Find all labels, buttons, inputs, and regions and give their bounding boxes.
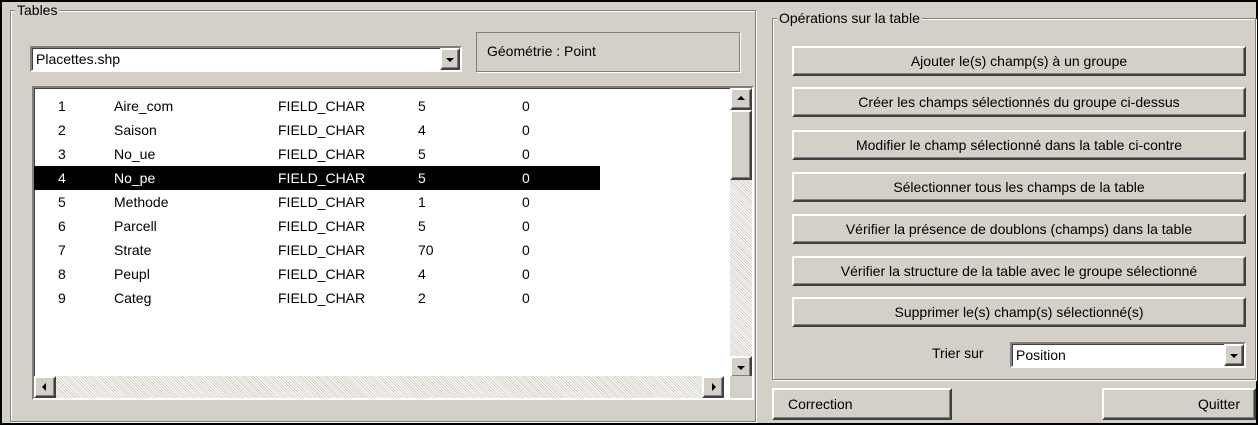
vertical-scroll-thumb[interactable] bbox=[730, 110, 752, 180]
cell-width: 1 bbox=[418, 194, 426, 210]
cell-type: FIELD_CHAR bbox=[278, 122, 366, 138]
sort-select[interactable]: Position bbox=[1010, 342, 1246, 368]
arrow-down-icon bbox=[737, 366, 745, 370]
list-row[interactable]: 3 No_ue FIELD_CHAR 5 0 bbox=[34, 142, 600, 166]
cell-width: 5 bbox=[418, 146, 426, 162]
cell-name: No_pe bbox=[114, 170, 156, 186]
cell-num: 7 bbox=[58, 242, 66, 258]
check-structure-button[interactable]: Vérifier la structure de la table avec l… bbox=[792, 256, 1246, 286]
chevron-down-icon bbox=[446, 58, 454, 62]
fields-listbox[interactable]: 1 Aire_com FIELD_CHAR 5 0 2 Saison FIELD_CHAR 4 0… bbox=[32, 86, 754, 400]
cell-width: 5 bbox=[418, 98, 426, 114]
cell-dec: 0 bbox=[522, 242, 530, 258]
cell-name: Methode bbox=[114, 194, 169, 210]
cell-type: FIELD_CHAR bbox=[278, 218, 366, 234]
scroll-up-button[interactable] bbox=[730, 88, 752, 110]
cell-type: FIELD_CHAR bbox=[278, 242, 366, 258]
select-all-fields-button[interactable]: Sélectionner tous les champs de la table bbox=[792, 172, 1246, 202]
modify-selected-field-button[interactable]: Modifier le champ sélectionné dans la ta… bbox=[792, 130, 1246, 160]
sort-dropdown-button[interactable] bbox=[1224, 344, 1244, 366]
list-row[interactable]: 8 Peupl FIELD_CHAR 4 0 bbox=[34, 262, 600, 286]
cell-dec: 0 bbox=[522, 266, 530, 282]
cell-type: FIELD_CHAR bbox=[278, 98, 366, 114]
list-row[interactable]: 6 Parcell FIELD_CHAR 5 0 bbox=[34, 214, 600, 238]
cell-name: No_ue bbox=[114, 146, 156, 162]
create-selected-fields-button[interactable]: Créer les champs sélectionnés du groupe … bbox=[792, 87, 1246, 117]
cell-name: Peupl bbox=[114, 266, 150, 282]
geometry-label: Géométrie : Point bbox=[487, 43, 596, 59]
cell-name: Parcell bbox=[114, 218, 157, 234]
sort-value: Position bbox=[1016, 347, 1066, 363]
cell-width: 5 bbox=[418, 170, 426, 186]
cell-width: 4 bbox=[418, 122, 426, 138]
correction-label: Correction bbox=[788, 396, 853, 412]
quit-label: Quitter bbox=[1197, 396, 1240, 412]
cell-dec: 0 bbox=[522, 146, 530, 162]
scroll-left-button[interactable] bbox=[34, 376, 56, 398]
cell-num: 9 bbox=[58, 290, 66, 306]
list-row[interactable]: 4 No_pe FIELD_CHAR 5 0 bbox=[34, 166, 600, 190]
scrollbar-corner bbox=[730, 376, 752, 398]
cell-num: 1 bbox=[58, 98, 66, 114]
list-row[interactable]: 5 Methode FIELD_CHAR 1 0 bbox=[34, 190, 600, 214]
cell-width: 70 bbox=[418, 242, 434, 258]
cell-name: Strate bbox=[114, 242, 152, 258]
cell-width: 2 bbox=[418, 290, 426, 306]
check-duplicates-button[interactable]: Vérifier la présence de doublons (champs… bbox=[792, 214, 1246, 244]
cell-num: 5 bbox=[58, 194, 66, 210]
quit-button[interactable]: Quitter bbox=[1102, 388, 1256, 420]
arrow-right-icon bbox=[712, 383, 716, 391]
list-row[interactable]: 1 Aire_com FIELD_CHAR 5 0 bbox=[34, 94, 600, 118]
list-row[interactable]: 2 Saison FIELD_CHAR 4 0 bbox=[34, 118, 600, 142]
cell-type: FIELD_CHAR bbox=[278, 146, 366, 162]
horizontal-scrollbar[interactable] bbox=[34, 376, 724, 398]
cell-num: 4 bbox=[58, 170, 66, 186]
table-file-select[interactable]: Placettes.shp bbox=[30, 46, 462, 72]
arrow-up-icon bbox=[737, 96, 745, 100]
cell-width: 4 bbox=[418, 266, 426, 282]
cell-dec: 0 bbox=[522, 290, 530, 306]
cell-type: FIELD_CHAR bbox=[278, 266, 366, 282]
geometry-box: Géométrie : Point bbox=[476, 32, 740, 72]
table-file-dropdown-button[interactable] bbox=[440, 48, 460, 70]
tables-legend: Tables bbox=[15, 2, 60, 18]
operations-legend: Opérations sur la table bbox=[777, 10, 922, 26]
cell-dec: 0 bbox=[522, 218, 530, 234]
scroll-right-button[interactable] bbox=[702, 376, 724, 398]
add-fields-to-group-button[interactable]: Ajouter le(s) champ(s) à un groupe bbox=[792, 46, 1246, 76]
scroll-down-button[interactable] bbox=[730, 356, 752, 378]
table-file-value: Placettes.shp bbox=[36, 51, 121, 67]
cell-width: 5 bbox=[418, 218, 426, 234]
cell-dec: 0 bbox=[522, 170, 530, 186]
dialog-window: Tables Placettes.shp Géométrie : Point 1… bbox=[0, 0, 1258, 425]
cell-name: Categ bbox=[114, 290, 152, 306]
vertical-scrollbar[interactable] bbox=[730, 88, 752, 378]
cell-name: Saison bbox=[114, 122, 157, 138]
cell-type: FIELD_CHAR bbox=[278, 290, 366, 306]
sort-label: Trier sur bbox=[932, 345, 984, 361]
delete-selected-fields-button[interactable]: Supprimer le(s) champ(s) sélectionné(s) bbox=[792, 297, 1246, 327]
cell-type: FIELD_CHAR bbox=[278, 194, 366, 210]
arrow-left-icon bbox=[42, 383, 46, 391]
cell-type: FIELD_CHAR bbox=[278, 170, 366, 186]
cell-dec: 0 bbox=[522, 194, 530, 210]
cell-num: 2 bbox=[58, 122, 66, 138]
list-row[interactable]: 7 Strate FIELD_CHAR 70 0 bbox=[34, 238, 600, 262]
list-row[interactable]: 9 Categ FIELD_CHAR 2 0 bbox=[34, 286, 600, 310]
cell-num: 6 bbox=[58, 218, 66, 234]
cell-num: 8 bbox=[58, 266, 66, 282]
cell-num: 3 bbox=[58, 146, 66, 162]
chevron-down-icon bbox=[1230, 354, 1238, 358]
cell-name: Aire_com bbox=[114, 98, 174, 114]
correction-button[interactable]: Correction bbox=[772, 388, 952, 420]
cell-dec: 0 bbox=[522, 98, 530, 114]
cell-dec: 0 bbox=[522, 122, 530, 138]
fields-rows: 1 Aire_com FIELD_CHAR 5 0 2 Saison FIELD_CHAR 4 0… bbox=[34, 88, 724, 378]
